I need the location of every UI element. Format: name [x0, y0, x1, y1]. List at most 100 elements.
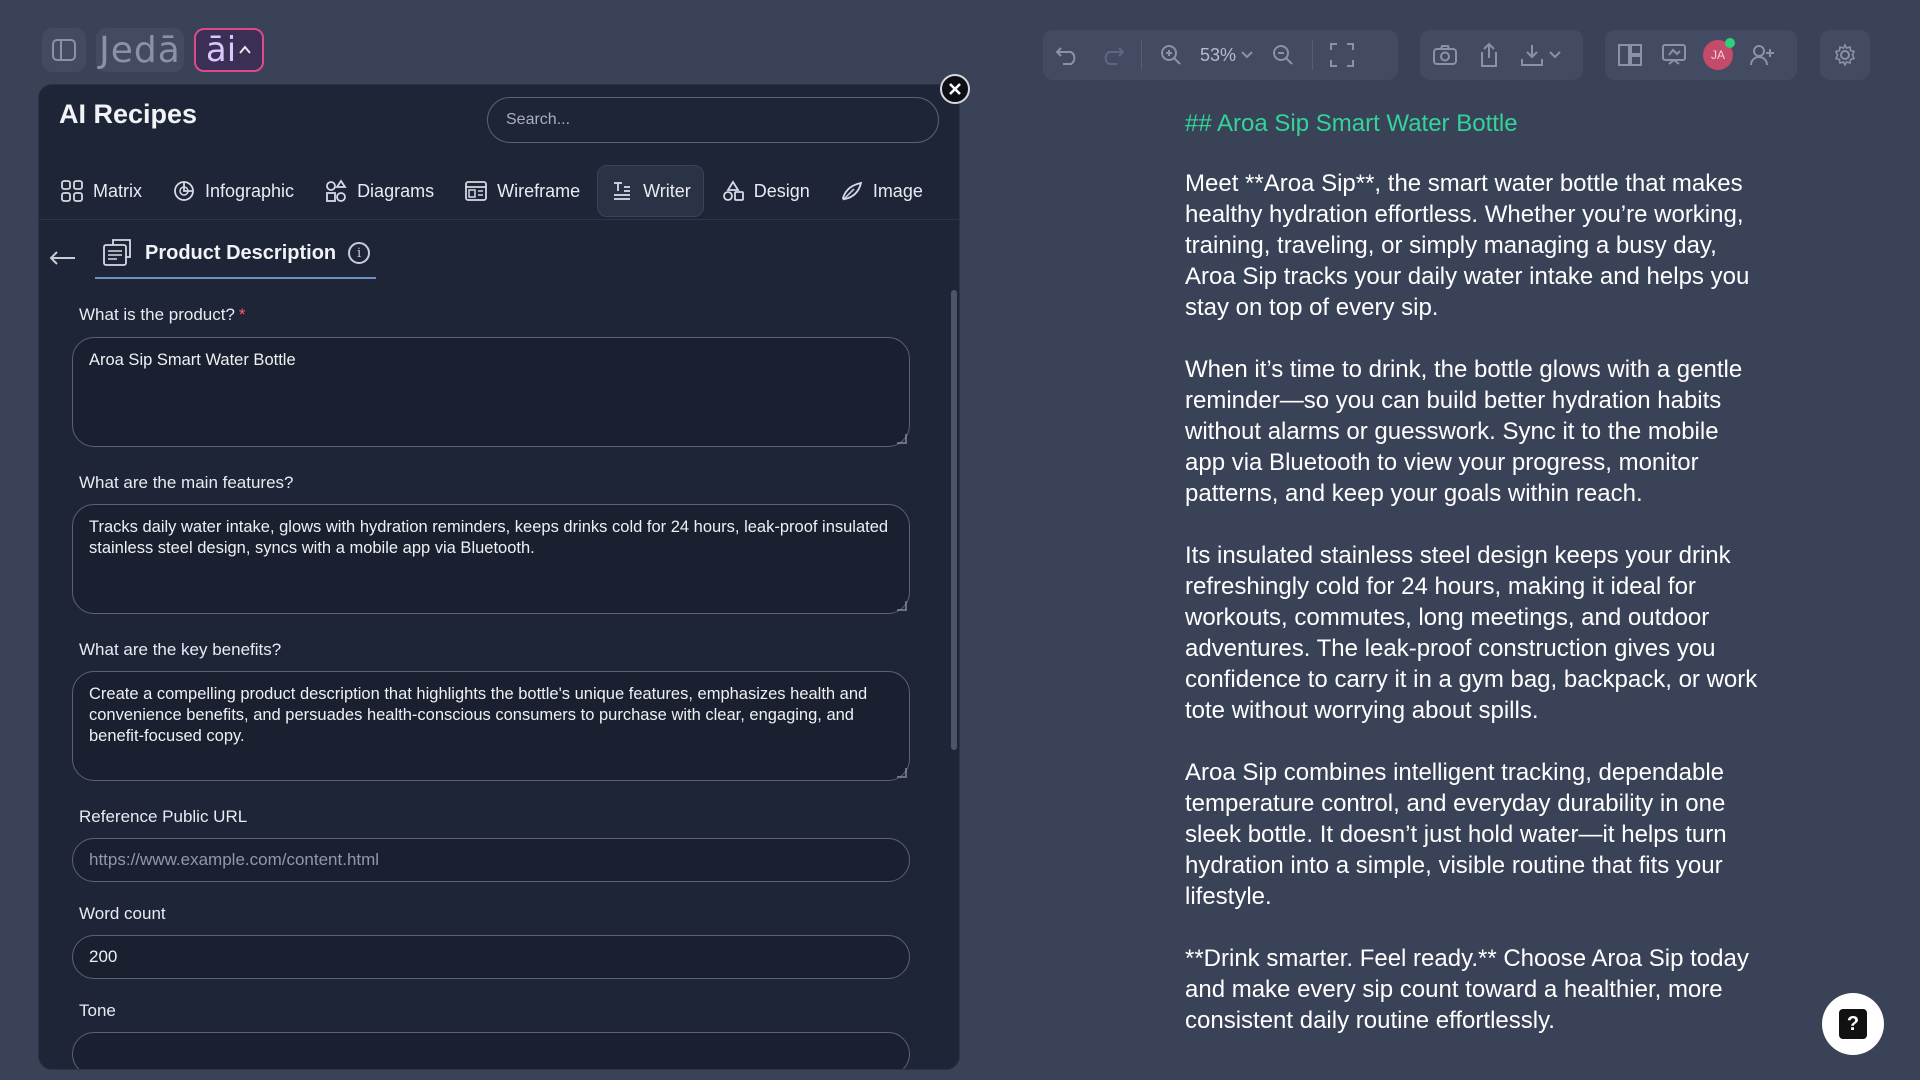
- tab-image[interactable]: Image: [827, 165, 936, 217]
- panel-title: AI Recipes: [59, 99, 198, 129]
- wordcount-input[interactable]: 200: [72, 935, 910, 979]
- resize-handle[interactable]: [897, 768, 907, 778]
- preview-heading: ## Aroa Sip Smart Water Bottle: [1185, 110, 1518, 137]
- tab-label: Diagrams: [357, 180, 435, 201]
- ai-button-label: āi: [205, 30, 237, 70]
- design-icon: [722, 180, 744, 201]
- fit-screen-icon: [1330, 43, 1355, 67]
- tab-infographic[interactable]: Infographic: [159, 165, 307, 217]
- chevron-up-icon: [239, 45, 251, 54]
- tab-label: Infographic: [205, 180, 295, 201]
- screenshot-button[interactable]: [1430, 40, 1460, 70]
- user-avatar[interactable]: JA: [1703, 38, 1735, 70]
- panel-scrollbar[interactable]: [951, 290, 957, 750]
- tab-wireframe[interactable]: Wireframe: [451, 165, 593, 217]
- toolbar-divider: [1312, 40, 1314, 70]
- add-user-icon: [1750, 45, 1774, 66]
- resize-handle[interactable]: [897, 434, 907, 444]
- zoom-in-button[interactable]: [1156, 40, 1186, 70]
- wordcount-field-label: Word count: [79, 904, 166, 923]
- product-label-text: What is the product?: [79, 305, 235, 324]
- product-box-icon: [103, 239, 131, 266]
- tab-label: Design: [753, 180, 810, 201]
- product-textarea[interactable]: Aroa Sip Smart Water Bottle: [72, 337, 910, 447]
- settings-toolbar: [1820, 30, 1870, 80]
- recipe-tabs: Matrix Infographic Diagrams Wireframe Wr…: [47, 165, 936, 217]
- tabs-divider: [39, 219, 959, 220]
- sidebar-toggle-button[interactable]: [42, 28, 86, 72]
- tab-matrix[interactable]: Matrix: [47, 165, 155, 217]
- question-icon: ?: [1839, 1009, 1867, 1039]
- features-field-label: What are the main features?: [79, 473, 294, 492]
- url-input[interactable]: https://www.example.com/content.html: [72, 838, 910, 882]
- layout-button[interactable]: [1615, 40, 1645, 70]
- avatar-initials: JA: [1710, 48, 1725, 62]
- info-icon[interactable]: i: [348, 242, 371, 264]
- download-icon: [1521, 45, 1561, 66]
- layout-icon: [1618, 44, 1642, 66]
- required-asterisk: *: [238, 305, 246, 324]
- url-field-label: Reference Public URL: [79, 807, 248, 826]
- preview-paragraph: Its insulated stainless steel design kee…: [1185, 542, 1758, 724]
- features-textarea[interactable]: Tracks daily water intake, glows with hy…: [72, 504, 910, 614]
- undo-button[interactable]: [1053, 40, 1083, 70]
- close-icon: [949, 83, 961, 95]
- app-logo[interactable]: Jedā: [96, 28, 184, 72]
- edit-zoom-toolbar: 53%: [1043, 30, 1398, 80]
- camera-icon: [1433, 45, 1457, 65]
- recipe-header: Product Description i: [49, 237, 377, 279]
- benefits-value: Create a compelling product description …: [89, 685, 868, 745]
- present-button[interactable]: [1659, 40, 1689, 70]
- help-button[interactable]: ?: [1822, 993, 1884, 1055]
- tab-writer[interactable]: Writer: [597, 165, 704, 217]
- recipe-title: Product Description: [145, 241, 337, 264]
- online-status-dot: [1725, 38, 1735, 48]
- top-left-controls: Jedā āi: [42, 28, 264, 72]
- matrix-icon: [61, 180, 83, 202]
- generated-content-preview: ## Aroa Sip Smart Water Bottle Meet **Ar…: [1185, 110, 1765, 1067]
- settings-button[interactable]: [1830, 40, 1860, 70]
- preview-paragraph: Aroa Sip combines intelligent tracking, …: [1185, 759, 1727, 910]
- search-input[interactable]: [487, 97, 939, 143]
- zoom-level-dropdown[interactable]: 53%: [1200, 45, 1254, 66]
- zoom-out-icon: [1273, 45, 1293, 65]
- resize-handle[interactable]: [897, 601, 907, 611]
- product-field-label: What is the product? *: [79, 305, 246, 325]
- export-toolbar: [1420, 30, 1583, 80]
- add-user-button[interactable]: [1747, 40, 1777, 70]
- tone-field-label: Tone: [79, 1001, 116, 1020]
- ai-menu-button[interactable]: āi: [194, 28, 264, 72]
- download-button[interactable]: [1518, 40, 1566, 70]
- benefits-textarea[interactable]: Create a compelling product description …: [72, 671, 910, 781]
- redo-button[interactable]: [1097, 40, 1127, 70]
- tone-select[interactable]: [72, 1032, 910, 1069]
- upload-icon: [1481, 42, 1497, 67]
- benefits-field-label: What are the key benefits?: [79, 640, 282, 659]
- writer-icon: [614, 182, 631, 200]
- tab-label: Writer: [643, 180, 691, 201]
- chevron-down-icon: [1241, 51, 1253, 59]
- preview-paragraph: When it’s time to drink, the bottle glow…: [1185, 356, 1743, 507]
- zoom-in-icon: [1161, 45, 1181, 65]
- recipe-title-tab[interactable]: Product Description i: [95, 237, 377, 279]
- gear-icon: [1834, 43, 1856, 67]
- share-button[interactable]: [1474, 40, 1504, 70]
- toolbar-divider: [1141, 40, 1142, 70]
- zoom-out-button[interactable]: [1268, 40, 1298, 70]
- back-button[interactable]: [49, 250, 85, 266]
- features-value: Tracks daily water intake, glows with hy…: [89, 518, 889, 557]
- close-panel-button[interactable]: [940, 74, 970, 104]
- tab-label: Wireframe: [497, 180, 581, 201]
- tab-label: Matrix: [93, 180, 142, 201]
- arrow-left-icon: [49, 251, 75, 265]
- preview-paragraph: Meet **Aroa Sip**, the smart water bottl…: [1185, 170, 1750, 321]
- product-value: Aroa Sip Smart Water Bottle: [89, 351, 296, 369]
- image-icon: [841, 181, 863, 201]
- preview-paragraph: **Drink smarter. Feel ready.** Choose Ar…: [1185, 945, 1749, 1034]
- tab-diagrams[interactable]: Diagrams: [311, 165, 447, 217]
- tab-label: Image: [872, 180, 923, 201]
- sidebar-icon: [52, 39, 76, 61]
- fit-screen-button[interactable]: [1327, 40, 1357, 70]
- redo-icon: [1104, 47, 1125, 65]
- tab-design[interactable]: Design: [708, 165, 823, 217]
